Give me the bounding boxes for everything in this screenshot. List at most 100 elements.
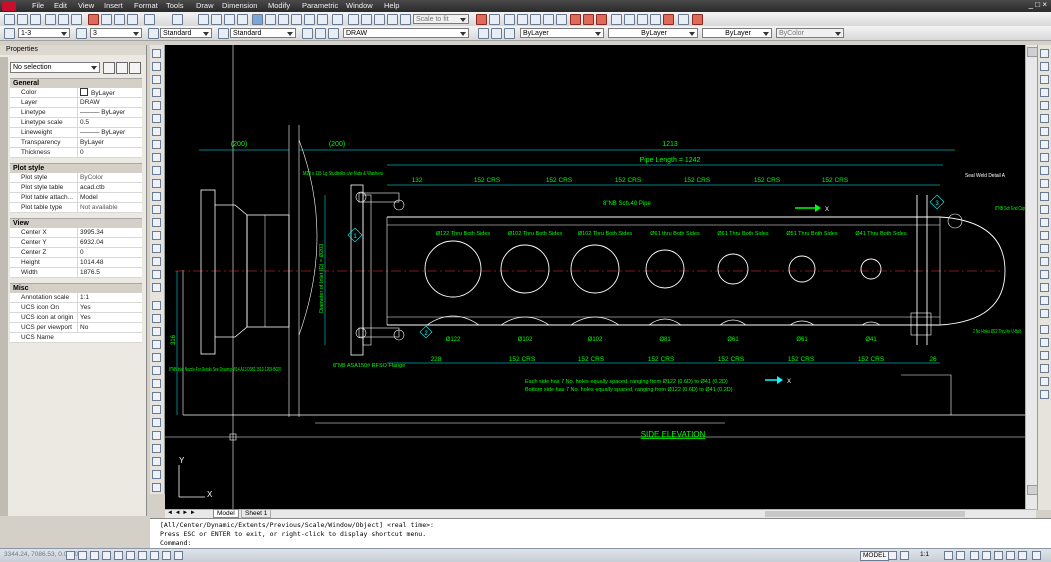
- prop-row[interactable]: Annotation scale 1:1: [10, 293, 142, 303]
- prop-row[interactable]: Color ByLayer: [10, 88, 142, 99]
- layer-state-combo[interactable]: 1-3: [18, 28, 70, 38]
- color-combo[interactable]: ByLayer: [520, 28, 604, 38]
- prop-row[interactable]: Width 1876.5: [10, 268, 142, 278]
- dim-style-combo[interactable]: Standard: [230, 28, 296, 38]
- array-icon[interactable]: [152, 353, 161, 362]
- menu-dimension[interactable]: Dimension: [222, 1, 257, 10]
- arc-icon[interactable]: [152, 114, 161, 123]
- polyline-icon[interactable]: [152, 75, 161, 84]
- text-style-combo[interactable]: Standard: [160, 28, 212, 38]
- prop-row[interactable]: UCS icon On Yes: [10, 303, 142, 313]
- zoom-previous-icon[interactable]: [237, 14, 248, 25]
- jogged-dim-icon[interactable]: [543, 14, 554, 25]
- menu-modify[interactable]: Modify: [268, 1, 290, 10]
- line-icon[interactable]: [152, 49, 161, 58]
- layer-combo[interactable]: DRAW: [343, 28, 469, 38]
- point-icon[interactable]: [152, 218, 161, 227]
- isolate-objects-icon[interactable]: [1006, 551, 1015, 560]
- center-mark-icon[interactable]: [663, 14, 674, 25]
- save-icon[interactable]: [30, 14, 41, 25]
- command-prompt[interactable]: Command:: [160, 539, 191, 547]
- polar-toggle-icon[interactable]: [102, 551, 111, 560]
- properties-icon[interactable]: [252, 14, 263, 25]
- snap-none-icon[interactable]: [1040, 244, 1049, 253]
- help-icon[interactable]: [332, 14, 343, 25]
- clean-screen-icon[interactable]: [1032, 551, 1041, 560]
- snap-center-icon[interactable]: [1040, 140, 1049, 149]
- layer-number-combo[interactable]: 3: [90, 28, 142, 38]
- convert-viewport-icon[interactable]: [387, 14, 398, 25]
- lineweight-combo[interactable]: ByLayer: [702, 28, 772, 38]
- model-space-button[interactable]: MODEL: [860, 551, 890, 561]
- prop-row[interactable]: UCS Name: [10, 333, 142, 343]
- sun-icon[interactable]: [328, 28, 339, 39]
- window-controls[interactable]: _ □ ×: [1029, 0, 1047, 9]
- markup-icon[interactable]: [304, 14, 315, 25]
- text-style-icon[interactable]: [148, 28, 159, 39]
- menu-window[interactable]: Window: [346, 1, 373, 10]
- pan-icon[interactable]: [198, 14, 209, 25]
- drawing-canvas[interactable]: (200) (200) 1213 Pipe Length = 1242 1 3 2 …: [165, 45, 1036, 509]
- selection-combo[interactable]: No selection: [10, 62, 100, 73]
- status-bar-menu-icon[interactable]: [1018, 551, 1027, 560]
- baseline-dim-icon[interactable]: [596, 14, 607, 25]
- mtext-icon[interactable]: [152, 283, 161, 292]
- space-dim-icon[interactable]: [624, 14, 635, 25]
- dim-radius-icon[interactable]: [1040, 351, 1049, 360]
- ellipse-arc-icon[interactable]: [152, 179, 161, 188]
- open-icon[interactable]: [17, 14, 28, 25]
- temp-track-icon[interactable]: [1040, 49, 1049, 58]
- clip-viewport-icon[interactable]: [400, 14, 411, 25]
- scale-icon[interactable]: [152, 392, 161, 401]
- snap-tangent-icon[interactable]: [1040, 166, 1049, 175]
- snap-node-icon[interactable]: [1040, 218, 1049, 227]
- auto-scale-icon[interactable]: [956, 551, 965, 560]
- dim-baseline-icon[interactable]: [1040, 390, 1049, 399]
- menu-edit[interactable]: Edit: [54, 1, 67, 10]
- revision-cloud-icon[interactable]: [152, 140, 161, 149]
- snap-insert-icon[interactable]: [1040, 205, 1049, 214]
- annotation-visibility-icon[interactable]: [944, 551, 953, 560]
- gradient-icon[interactable]: [152, 244, 161, 253]
- copy-object-icon[interactable]: [152, 314, 161, 323]
- layer-walk-icon[interactable]: [504, 28, 515, 39]
- prop-row[interactable]: Linetype scale 0.5: [10, 118, 142, 128]
- prop-row[interactable]: Plot style table acad.ctb: [10, 183, 142, 193]
- tool-palettes-icon[interactable]: [278, 14, 289, 25]
- lightbulb-icon[interactable]: [315, 28, 326, 39]
- select-objects-icon[interactable]: [116, 62, 128, 74]
- distance-icon[interactable]: [1040, 270, 1049, 279]
- osnap-settings-icon[interactable]: [1040, 257, 1049, 266]
- viewport-icon[interactable]: [348, 14, 359, 25]
- polygon-icon[interactable]: [152, 88, 161, 97]
- menu-format[interactable]: Format: [134, 1, 158, 10]
- menu-file[interactable]: File: [32, 1, 44, 10]
- make-block-icon[interactable]: [152, 205, 161, 214]
- workspace-switching-icon[interactable]: [970, 551, 979, 560]
- spline-icon[interactable]: [152, 153, 161, 162]
- rotate-icon[interactable]: [152, 379, 161, 388]
- dim-aligned-icon[interactable]: [1040, 338, 1049, 347]
- scroll-thumb[interactable]: [1027, 485, 1038, 495]
- dyn-toggle-icon[interactable]: [150, 551, 159, 560]
- table-icon[interactable]: [152, 270, 161, 279]
- arc-length-icon[interactable]: [504, 14, 515, 25]
- layer-previous-icon[interactable]: [491, 28, 502, 39]
- circle-icon[interactable]: [152, 127, 161, 136]
- area-icon[interactable]: [1040, 283, 1049, 292]
- snap-perpendicular-icon[interactable]: [1040, 179, 1049, 188]
- snap-from-icon[interactable]: [1040, 62, 1049, 71]
- plot-preview-icon[interactable]: [58, 14, 69, 25]
- break-icon[interactable]: [152, 444, 161, 453]
- osnap-toggle-icon[interactable]: [114, 551, 123, 560]
- prop-row[interactable]: Linetype ——— ByLayer: [10, 108, 142, 118]
- layer-properties-icon[interactable]: [4, 28, 15, 39]
- design-center-icon[interactable]: [265, 14, 276, 25]
- quick-view-drawings-icon[interactable]: [900, 551, 909, 560]
- copy-icon[interactable]: [101, 14, 112, 25]
- ducs-toggle-icon[interactable]: [138, 551, 147, 560]
- jogged-linear-icon[interactable]: [692, 14, 703, 25]
- ortho-toggle-icon[interactable]: [90, 551, 99, 560]
- mirror-icon[interactable]: [152, 327, 161, 336]
- prop-row[interactable]: Plot style ByColor: [10, 173, 142, 183]
